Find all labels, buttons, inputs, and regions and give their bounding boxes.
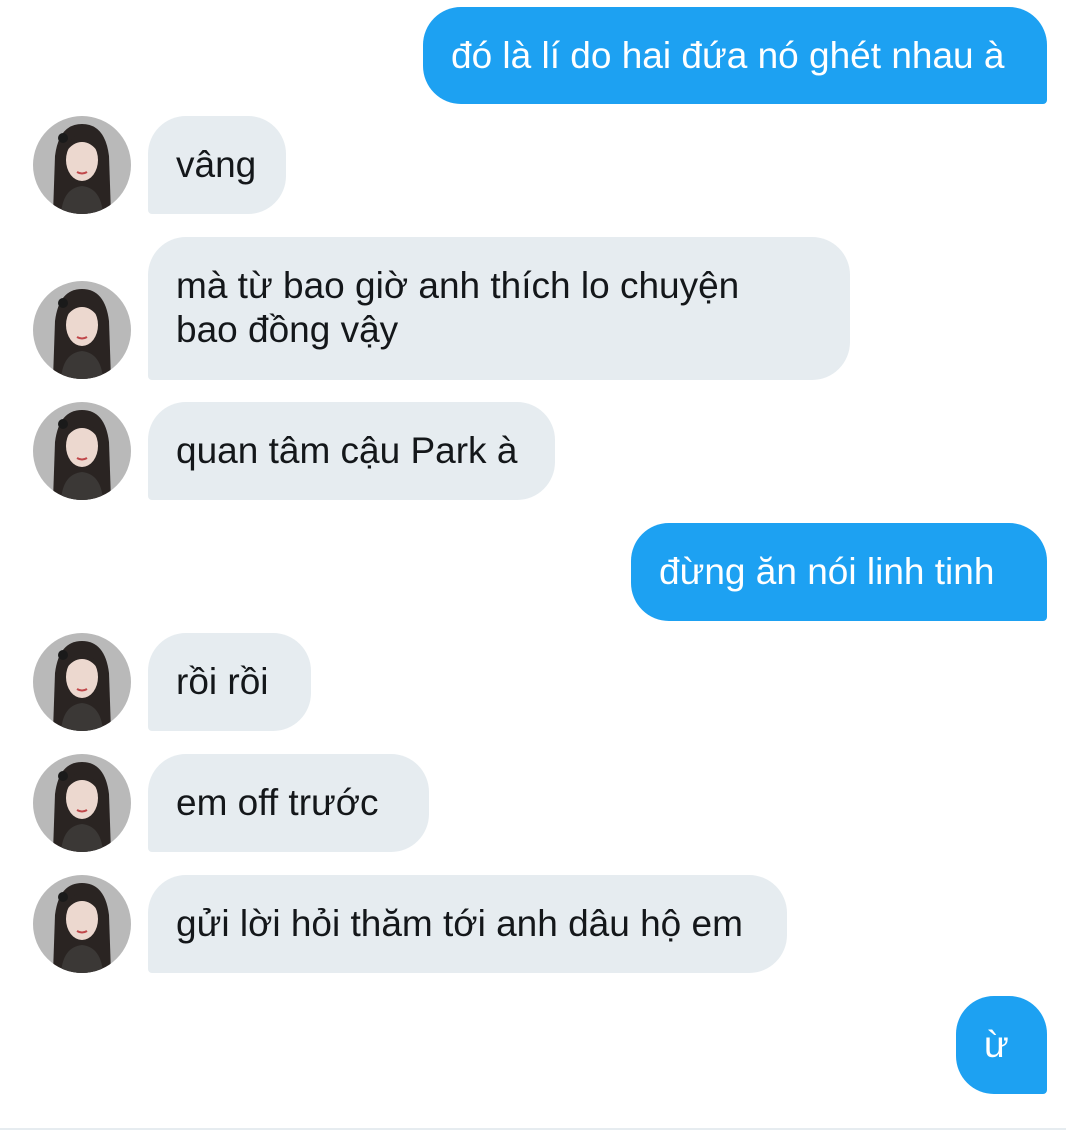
contact-avatar[interactable] <box>33 116 131 214</box>
avatar-icon <box>33 633 131 731</box>
sent-message-bubble[interactable]: đó là lí do hai đứa nó ghét nhau à <box>423 7 1047 104</box>
contact-avatar[interactable] <box>33 402 131 500</box>
contact-avatar[interactable] <box>33 633 131 731</box>
sent-message-bubble[interactable]: đừng ăn nói linh tinh <box>631 523 1047 621</box>
received-message-bubble[interactable]: gửi lời hỏi thăm tới anh dâu hộ em <box>148 875 787 973</box>
avatar-icon <box>33 402 131 500</box>
avatar-icon <box>33 281 131 379</box>
contact-avatar[interactable] <box>33 754 131 852</box>
divider <box>0 1128 1066 1130</box>
received-message-bubble[interactable]: rồi rồi <box>148 633 311 731</box>
avatar-icon <box>33 754 131 852</box>
received-message-bubble[interactable]: mà từ bao giờ anh thích lo chuyện bao đồ… <box>148 237 850 380</box>
avatar-icon <box>33 116 131 214</box>
received-message-bubble[interactable]: em off trước <box>148 754 429 852</box>
received-message-bubble[interactable]: quan tâm cậu Park à <box>148 402 555 500</box>
contact-avatar[interactable] <box>33 875 131 973</box>
received-message-bubble[interactable]: vâng <box>148 116 286 214</box>
sent-message-bubble[interactable]: ừ <box>956 996 1047 1094</box>
avatar-icon <box>33 875 131 973</box>
contact-avatar[interactable] <box>33 281 131 379</box>
